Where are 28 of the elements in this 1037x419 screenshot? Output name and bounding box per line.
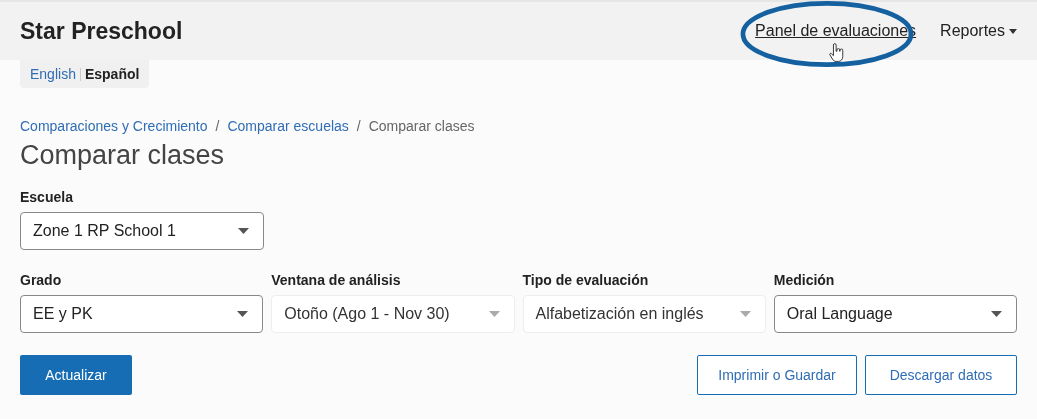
dropdown-arrow-icon [739,311,751,317]
dropdown-arrow-icon [488,311,500,317]
field-label: Ventana de análisis [271,272,402,288]
dropdown-arrow-icon [237,311,249,317]
update-button[interactable]: Actualizar [20,355,132,395]
action-button[interactable]: Descargar datos [865,355,1017,395]
dropdown-arrow-icon [238,228,249,234]
field-label: Tipo de evaluación [522,272,650,288]
hand-cursor-icon [829,43,846,63]
language-link[interactable]: Español [84,66,140,82]
dropdown-select[interactable]: EE y PK [20,295,264,333]
breadcrumb-link[interactable]: Comparaciones y Crecimiento [20,118,208,134]
page-heading: Comparar clases [20,140,226,171]
breadcrumb-link[interactable]: Comparar escuelas [227,118,349,134]
current-page-label: Comparar clases [368,118,475,134]
field-label: Grado [20,272,63,288]
breadcrumb-separator: / [356,118,361,134]
dropdown-arrow-icon [991,311,1002,317]
dropdown-select[interactable]: Oral Language [773,295,1017,333]
dropdown-select[interactable]: Zone 1 RP School 1 [20,212,264,250]
breadcrumb-separator: / [215,118,220,134]
reports-menu[interactable]: Reportes [940,22,1017,40]
field-label: Medición [773,272,836,288]
caret-icon [1009,28,1017,34]
app-title: Star Preschool [20,17,183,45]
language-link[interactable]: English [30,66,76,82]
field-label: Escuela [20,189,74,205]
action-button[interactable]: Imprimir o Guardar [697,355,857,395]
